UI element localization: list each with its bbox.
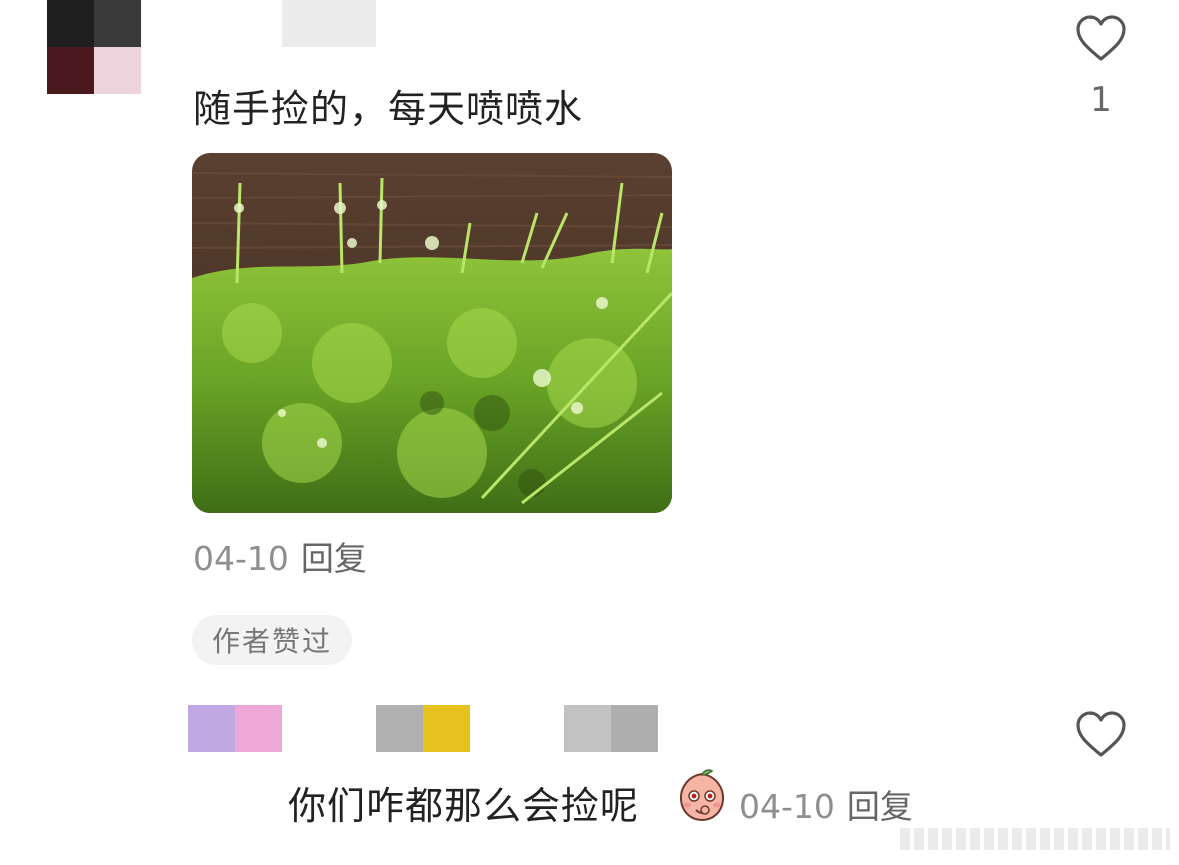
reply-button[interactable]: 回复 — [301, 539, 367, 578]
avatar-pixel — [47, 47, 94, 94]
reply-date: 04-10 — [739, 787, 835, 826]
heart-outline-icon — [1076, 15, 1126, 61]
username-pixel — [564, 705, 611, 752]
reply-text: 你们咋都那么会捡呢 — [288, 784, 640, 828]
username-pixel — [423, 705, 470, 752]
reply-reply-button[interactable]: 回复 — [847, 787, 913, 826]
username-pixel — [611, 705, 658, 752]
like-count: 1 — [1090, 80, 1112, 120]
author-liked-badge: 作者赞过 — [192, 615, 353, 665]
comment-text: 随手捡的，每天喷喷水 — [193, 87, 584, 131]
avatar-pixel — [188, 705, 235, 752]
heart-outline-icon — [1076, 711, 1126, 757]
comment-date: 04-10 — [193, 539, 289, 578]
peach-shy-emoji — [676, 768, 728, 822]
blurred-content — [900, 828, 1170, 850]
reply-meta: 04-10 回复 — [739, 780, 913, 828]
reply-like-button[interactable] — [1075, 711, 1127, 759]
username-redacted[interactable] — [282, 0, 376, 47]
username-pixel — [376, 705, 423, 752]
avatar-pixel — [94, 0, 141, 47]
avatar-pixel — [94, 47, 141, 94]
comment-image[interactable] — [192, 153, 672, 513]
like-button[interactable] — [1075, 15, 1127, 63]
avatar-pixel — [235, 705, 282, 752]
moss-photo — [192, 153, 672, 513]
comment-meta: 04-10 回复 — [193, 532, 367, 580]
avatar-pixel — [47, 0, 94, 47]
